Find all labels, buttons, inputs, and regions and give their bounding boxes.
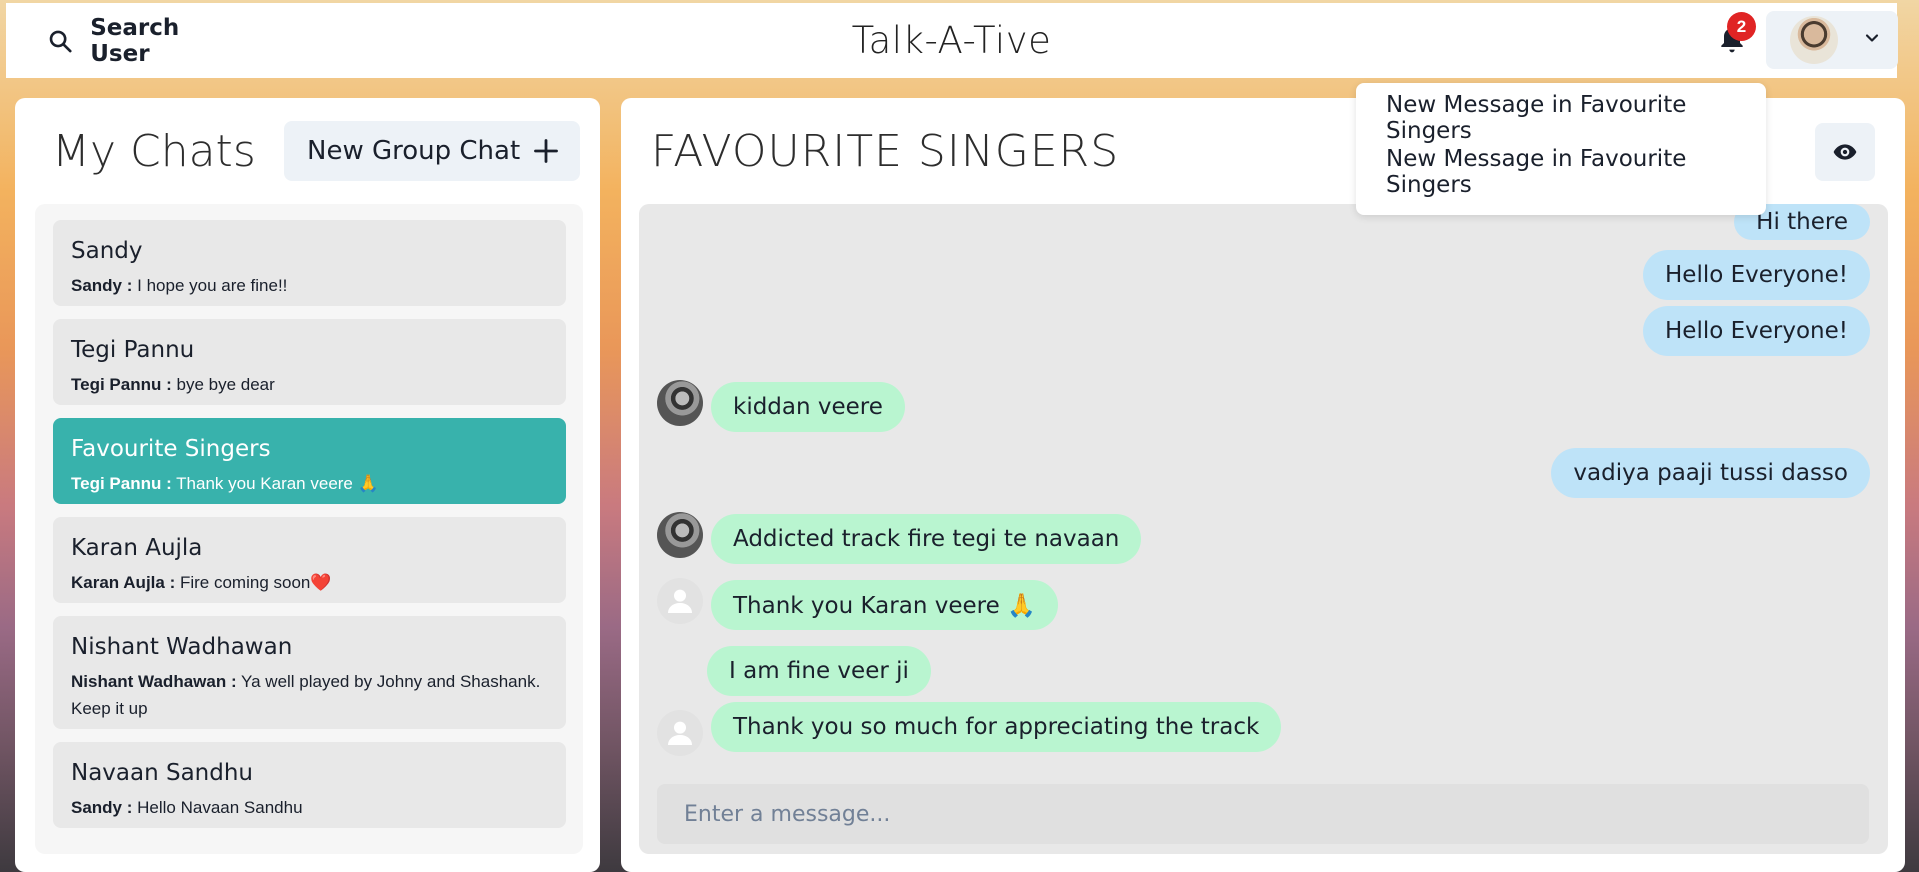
notification-item[interactable]: New Message in Favourite Singers: [1356, 91, 1766, 145]
message-bubble-theirs: Addicted track fire tegi te navaan: [711, 514, 1142, 564]
message-bubble-theirs: Thank you so much for appreciating the t…: [711, 702, 1282, 752]
eye-icon: [1833, 144, 1857, 160]
chat-preview-sender: Sandy :: [71, 798, 133, 817]
chat-name: Karan Aujla: [71, 535, 203, 561]
chat-item-nishant-wadhawan[interactable]: Nishant Wadhawan Nishant Wadhawan : Ya w…: [53, 616, 566, 729]
sender-avatar[interactable]: [657, 578, 703, 624]
chat-preview-sender: Tegi Pannu :: [71, 375, 172, 394]
message-input[interactable]: [657, 784, 1869, 844]
profile-menu-button[interactable]: [1766, 11, 1898, 69]
avatar: [1790, 16, 1838, 64]
message-bubble-theirs: Thank you Karan veere 🙏: [711, 580, 1058, 630]
message-bubble-mine: vadiya paaji tussi dasso: [1551, 448, 1870, 498]
sender-avatar[interactable]: [657, 380, 703, 426]
sender-avatar[interactable]: [657, 512, 703, 558]
my-chats-panel: My Chats New Group Chat Sandy Sandy : I …: [15, 98, 600, 872]
my-chats-title: My Chats: [52, 126, 256, 177]
chat-preview-sender: Tegi Pannu :: [71, 474, 172, 493]
chat-preview-text: Fire coming soon❤️: [179, 573, 332, 592]
chevron-down-icon: [1862, 28, 1882, 53]
message-bubble-mine: Hello Everyone!: [1643, 306, 1870, 356]
chat-preview: Sandy : I hope you are fine!!: [71, 272, 548, 299]
notification-count-badge: 2: [1727, 12, 1756, 41]
chat-preview-text: I hope you are fine!!: [137, 276, 288, 295]
chat-preview: Sandy : Hello Navaan Sandhu: [71, 794, 548, 821]
top-bar: Search User Talk-A-Tive: [6, 3, 1897, 78]
message-bubble-mine: Hello Everyone!: [1643, 250, 1870, 300]
chat-preview: Karan Aujla : Fire coming soon❤️: [71, 569, 548, 596]
chat-preview: Tegi Pannu : bye bye dear: [71, 371, 548, 398]
notification-menu: New Message in Favourite Singers New Mes…: [1356, 83, 1766, 215]
message-bubble-theirs: I am fine veer ji: [707, 646, 931, 696]
chat-preview: Tegi Pannu : Thank you Karan veere 🙏: [71, 470, 548, 497]
sender-avatar[interactable]: [657, 710, 703, 756]
chat-preview: Nishant Wadhawan : Ya well played by Joh…: [71, 668, 548, 722]
new-group-chat-label: New Group Chat: [307, 136, 521, 166]
chat-preview-text: Hello Navaan Sandhu: [137, 798, 303, 817]
chat-preview-sender: Karan Aujla :: [71, 573, 176, 592]
chat-item-tegi-pannu[interactable]: Tegi Pannu Tegi Pannu : bye bye dear: [53, 319, 566, 405]
chat-preview-sender: Nishant Wadhawan :: [71, 672, 237, 691]
chat-preview-text: bye bye dear: [176, 375, 275, 394]
chat-item-karan-aujla[interactable]: Karan Aujla Karan Aujla : Fire coming so…: [53, 517, 566, 603]
chat-name: Favourite Singers: [71, 436, 271, 462]
chat-name: Nishant Wadhawan: [71, 634, 293, 660]
chat-list: Sandy Sandy : I hope you are fine!! Tegi…: [35, 204, 583, 854]
chat-item-favourite-singers[interactable]: Favourite Singers Tegi Pannu : Thank you…: [53, 418, 566, 504]
chat-name: Sandy: [71, 238, 143, 264]
plus-icon: [534, 139, 559, 163]
view-group-button[interactable]: [1815, 123, 1875, 181]
chat-name: Navaan Sandhu: [71, 760, 254, 786]
chat-preview-text: Thank you Karan veere 🙏: [176, 474, 379, 493]
notification-item[interactable]: New Message in Favourite Singers: [1356, 145, 1766, 199]
messages-area: Hi there Hello Everyone! Hello Everyone!…: [639, 204, 1888, 854]
chat-preview-sender: Sandy :: [71, 276, 133, 295]
new-group-chat-button[interactable]: New Group Chat: [284, 121, 580, 181]
message-bubble-theirs: kiddan veere: [711, 382, 905, 432]
app-title: Talk-A-Tive: [851, 19, 1052, 62]
user-icon: [668, 721, 692, 745]
chat-item-sandy[interactable]: Sandy Sandy : I hope you are fine!!: [53, 220, 566, 306]
chat-title: FAVOURITE SINGERS: [651, 126, 1120, 177]
chat-item-navaan-sandhu[interactable]: Navaan Sandhu Sandy : Hello Navaan Sandh…: [53, 742, 566, 828]
chat-name: Tegi Pannu: [71, 337, 195, 363]
user-icon: [668, 589, 692, 613]
